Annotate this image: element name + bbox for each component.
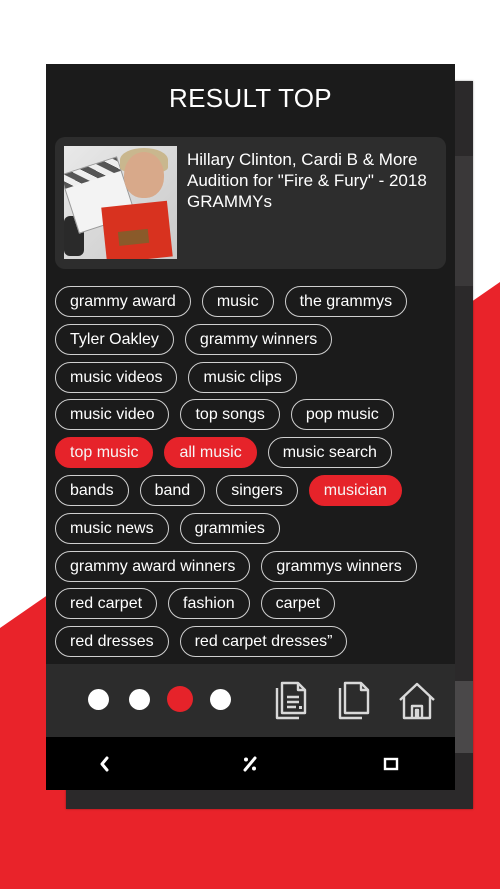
tag-row: red carpet fashion carpet	[55, 588, 450, 620]
tag-cloud: grammy award music the grammys Tyler Oakley…	[55, 286, 450, 662]
tag-chip-selected[interactable]: all music	[164, 437, 257, 469]
tag-row: music news grammies	[55, 512, 450, 544]
tag-row: music video top songs pop music	[55, 399, 450, 431]
tag-chip[interactable]: music news	[55, 512, 169, 544]
tag-row: top music all music music search	[55, 437, 450, 469]
tag-chip[interactable]: red carpet	[55, 588, 158, 620]
tag-chip[interactable]: music clips	[188, 361, 297, 393]
tag-chip[interactable]: top songs	[180, 399, 280, 431]
page-indicator-dot[interactable]	[210, 689, 231, 710]
tag-row: bands band singers musician	[55, 474, 450, 506]
video-result-card[interactable]: Hillary Clinton, Cardi B & More Audition…	[55, 137, 446, 269]
tag-chip[interactable]: bands	[55, 474, 129, 506]
tag-chip[interactable]: red dresses	[55, 626, 169, 658]
system-navigation-bar	[46, 737, 455, 790]
tag-chip[interactable]: music video	[55, 399, 170, 431]
tag-chip[interactable]: singers	[216, 474, 298, 506]
tag-chip[interactable]: grammy winners	[184, 323, 333, 355]
home-icon[interactable]	[398, 680, 436, 722]
video-title[interactable]: Hillary Clinton, Cardi B & More Audition…	[187, 149, 442, 212]
page-indicator-dot-active[interactable]	[167, 686, 193, 712]
page-indicator-dot[interactable]	[88, 689, 109, 710]
tag-chip-selected[interactable]: top music	[55, 437, 154, 469]
tag-chip[interactable]: fashion	[168, 588, 250, 620]
result-top-panel: RESULT TOP Hillary Clinton, Cardi B & Mo…	[46, 64, 455, 790]
tag-row: music videos music clips	[55, 361, 450, 393]
video-thumbnail[interactable]	[64, 146, 177, 259]
tag-chip[interactable]: grammies	[179, 512, 280, 544]
tag-chip-selected[interactable]: musician	[308, 474, 402, 506]
percent-icon[interactable]	[239, 753, 261, 775]
recents-icon[interactable]	[380, 753, 402, 775]
background-card-ghost-bar	[455, 681, 473, 753]
document-stack-icon[interactable]	[272, 680, 310, 722]
back-icon[interactable]	[94, 753, 116, 775]
tag-chip[interactable]: grammys winners	[261, 550, 417, 582]
tag-chip[interactable]: band	[139, 474, 206, 506]
tag-row: grammy award winners grammys winners	[55, 550, 450, 582]
page-title: RESULT TOP	[169, 82, 332, 113]
tag-chip[interactable]: grammy award winners	[55, 550, 251, 582]
bottom-toolbar	[46, 664, 455, 737]
tag-chip[interactable]: carpet	[260, 588, 336, 620]
tag-chip[interactable]: red carpet dresses”	[179, 626, 348, 658]
copy-icon[interactable]	[335, 680, 373, 722]
tag-row: grammy award music the grammys	[55, 286, 450, 317]
tag-chip[interactable]: music videos	[55, 361, 178, 393]
tag-chip[interactable]: Tyler Oakley	[55, 323, 174, 355]
tag-row: Tyler Oakley grammy winners	[55, 323, 450, 355]
tag-chip[interactable]: the grammys	[284, 286, 408, 317]
page-indicator-dot[interactable]	[129, 689, 150, 710]
tag-chip[interactable]: music	[201, 286, 274, 317]
tag-row: red dresses red carpet dresses”	[55, 626, 450, 658]
tag-chip[interactable]: music search	[267, 437, 392, 469]
tag-chip[interactable]: pop music	[290, 399, 394, 431]
tag-chip[interactable]: grammy award	[55, 286, 191, 317]
